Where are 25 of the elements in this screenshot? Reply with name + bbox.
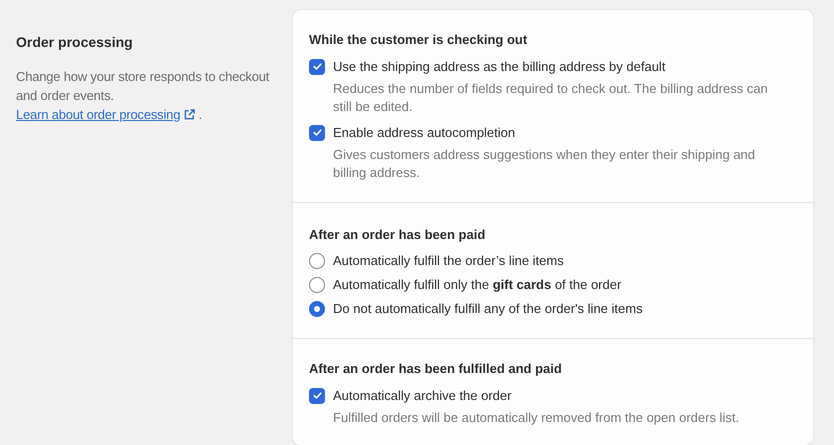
help-text: Reduces the number of fields required to check out. The billing address can still be edited.: [333, 80, 769, 116]
group-title: After an order has been paid: [309, 226, 486, 244]
option-label[interactable]: Do not automatically fulfill any of the order's line items: [333, 300, 643, 318]
external-link-icon: [184, 109, 196, 120]
check-icon: [312, 61, 322, 72]
checkbox[interactable]: [309, 58, 325, 74]
check-icon: [312, 390, 322, 401]
group-title: While the customer is checking out: [309, 31, 528, 49]
option-label[interactable]: Automatically fulfill the order’s line items: [333, 252, 564, 270]
learn-more-link[interactable]: Learn about order processing: [16, 107, 196, 122]
section-title: Order processing: [16, 33, 134, 52]
section-description: Change how your store responds to checkout and order events. Learn about order processing .: [16, 68, 270, 124]
checkbox[interactable]: [309, 388, 325, 404]
help-text: Gives customers address suggestions when they enter their shipping and billing address.: [333, 146, 756, 182]
option-label[interactable]: Automatically archive the order: [333, 386, 773, 404]
group-title: After an order has been fulfilled and paid: [309, 360, 563, 378]
option-label[interactable]: Use the shipping address as the billing address by default: [333, 58, 773, 76]
help-text: Fulfilled orders will be automatically removed from the open orders list.: [333, 408, 740, 426]
checkbox[interactable]: [309, 124, 325, 140]
radio-button[interactable]: [309, 277, 325, 293]
radio-button[interactable]: [309, 253, 325, 269]
radio-button[interactable]: [309, 301, 325, 317]
option-label[interactable]: Enable address autocompletion: [333, 124, 773, 142]
option-label[interactable]: Automatically fulfill only the gift cards of the order: [333, 276, 622, 294]
check-icon: [312, 127, 322, 138]
